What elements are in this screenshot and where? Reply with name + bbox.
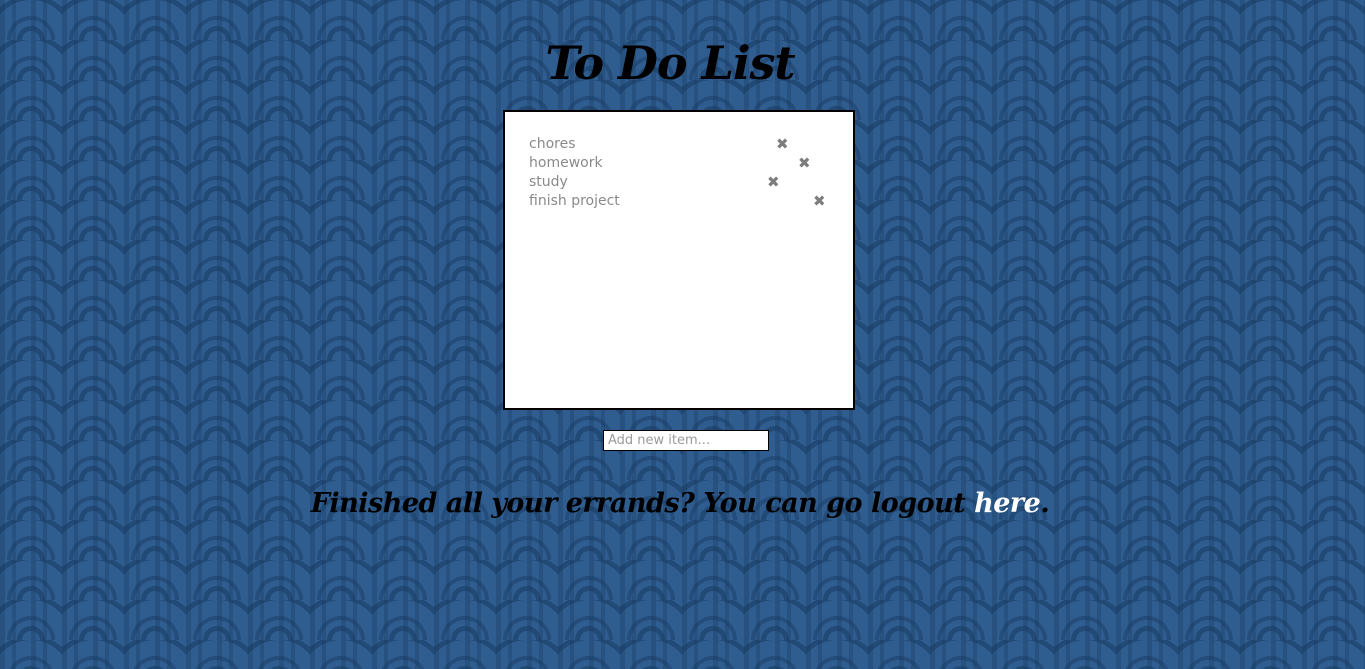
delete-x-icon[interactable]: ✖ [798, 154, 811, 173]
logout-prompt-end: . [1040, 488, 1050, 519]
page-title: To Do List [545, 36, 795, 90]
delete-x-icon[interactable]: ✖ [767, 173, 780, 192]
todo-item-label: homework [529, 155, 603, 171]
logout-prompt-text: Finished all your errands? You can go lo… [310, 488, 975, 519]
todo-item-label: chores [529, 136, 576, 152]
logout-link[interactable]: here [974, 488, 1041, 519]
list-item: chores ✖ [529, 135, 829, 154]
new-item-input[interactable] [603, 430, 769, 451]
logout-prompt: Finished all your errands? You can go lo… [0, 488, 1360, 519]
todo-item-label: study [529, 174, 568, 190]
delete-x-icon[interactable]: ✖ [813, 192, 826, 211]
list-item: study ✖ [529, 173, 829, 192]
list-item: homework ✖ [529, 154, 829, 173]
delete-x-icon[interactable]: ✖ [776, 135, 789, 154]
todo-list: chores ✖ homework ✖ study ✖ finish proje… [503, 110, 855, 410]
todo-item-label: finish project [529, 193, 620, 209]
list-item: finish project ✖ [529, 192, 829, 211]
